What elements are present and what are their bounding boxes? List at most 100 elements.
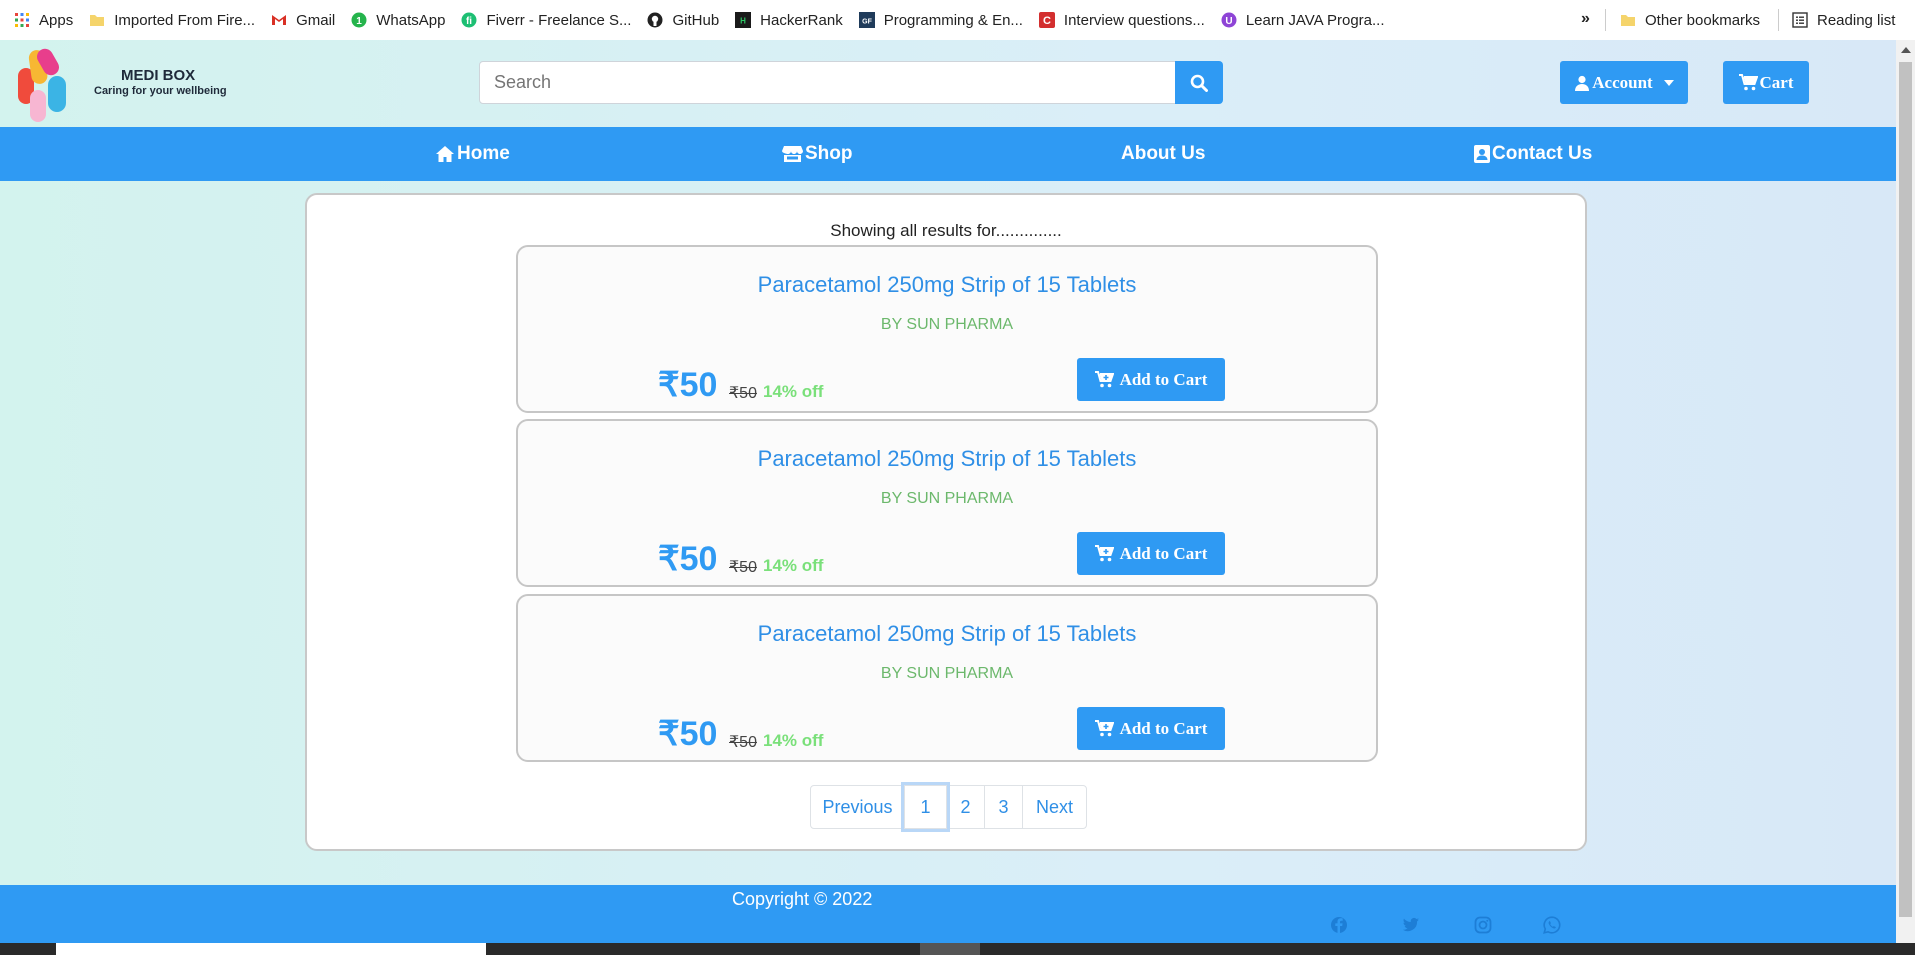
svg-text:GF: GF (862, 19, 872, 26)
home-icon (436, 146, 454, 162)
scrollbar-thumb[interactable] (1899, 62, 1912, 917)
medibox-logo[interactable] (14, 46, 74, 124)
account-dropdown-button[interactable]: Account (1560, 61, 1688, 104)
site-header: MEDI BOX Caring for your wellbeing Accou… (0, 40, 1896, 127)
add-to-cart-label: Add to Cart (1119, 718, 1208, 738)
nav-contact[interactable]: Contact Us (1474, 127, 1592, 181)
whatsapp-icon[interactable] (1543, 916, 1561, 934)
bookmark-label: Interview questions... (1063, 11, 1205, 29)
nav-about-label: About Us (1121, 143, 1206, 164)
learn-icon: U (1221, 12, 1237, 28)
product-name[interactable]: Paracetamol 250mg Strip of 15 Tablets (518, 446, 1376, 472)
product-price: ₹50 (658, 366, 718, 404)
bookmark-github[interactable]: GitHub (647, 0, 719, 40)
results-heading: Showing all results for.............. (830, 221, 1062, 240)
gmail-icon (272, 15, 287, 25)
cart-button[interactable]: Cart (1723, 61, 1809, 104)
search-button[interactable] (1175, 61, 1223, 104)
pagination-page-3[interactable]: 3 (984, 785, 1023, 829)
nav-about[interactable]: About Us (1121, 127, 1205, 181)
product-brand: BY SUN PHARMA (880, 490, 1014, 507)
bookmark-other[interactable]: Other bookmarks (1620, 0, 1760, 40)
nav-shop-label: Shop (805, 143, 853, 164)
bookmark-programming[interactable]: GF Programming & En... (858, 0, 1023, 40)
page-scrollbar[interactable] (1896, 40, 1915, 955)
svg-text:C: C (1043, 15, 1051, 27)
contact-card-icon (1474, 145, 1490, 163)
svg-text:fi: fi (466, 16, 472, 27)
store-icon (782, 146, 803, 162)
bookmark-hackerrank[interactable]: H HackerRank (735, 0, 843, 40)
product-discount: 14% off (763, 556, 824, 575)
product-mrp: ₹50 (729, 734, 757, 751)
product-card: Paracetamol 250mg Strip of 15 Tablets BY… (516, 245, 1378, 413)
product-name[interactable]: Paracetamol 250mg Strip of 15 Tablets (518, 621, 1376, 647)
chevron-down-icon (1663, 79, 1674, 86)
bookmark-label: HackerRank (760, 11, 843, 29)
bookmark-label: Apps (39, 11, 74, 29)
bookmark-apps[interactable]: Apps (14, 0, 73, 40)
instagram-icon[interactable] (1474, 916, 1492, 934)
bookmark-label: GitHub (672, 11, 720, 29)
bookmarks-more-button[interactable]: » (1581, 10, 1590, 28)
product-discount: 14% off (763, 731, 824, 750)
pagination-page-1[interactable]: 1 (904, 785, 947, 829)
os-taskbar (0, 943, 1915, 955)
cart-plus-icon (1094, 720, 1114, 737)
nav-home-label: Home (457, 143, 510, 164)
reading-list-button[interactable]: Reading list (1792, 0, 1895, 40)
whatsapp-icon: 1 (351, 12, 367, 28)
twitter-icon[interactable] (1402, 916, 1420, 934)
nav-shop[interactable]: Shop (782, 127, 853, 181)
github-icon (647, 12, 663, 28)
folder-icon (90, 15, 105, 26)
copyright-text: Copyright © 2022 (732, 889, 873, 909)
pagination-previous[interactable]: Previous (810, 785, 905, 829)
bookmark-interview[interactable]: C Interview questions... (1038, 0, 1205, 40)
bookmarks-divider (1778, 9, 1779, 31)
pagination-next[interactable]: Next (1022, 785, 1087, 829)
cart-icon (1738, 74, 1758, 91)
bookmark-fiverr[interactable]: fi Fiverr - Freelance S... (461, 0, 631, 40)
bookmarks-bar: Apps Imported From Fire... Gmail 1 Whats… (0, 0, 1915, 40)
search-icon (1190, 74, 1208, 92)
product-card: Paracetamol 250mg Strip of 15 Tablets BY… (516, 419, 1378, 587)
scroll-up-arrow-icon[interactable] (1901, 47, 1911, 53)
brand-name: MEDI BOX (121, 67, 196, 84)
cart-plus-icon (1094, 371, 1114, 388)
add-to-cart-button[interactable]: Add to Cart (1077, 707, 1225, 750)
apps-grid-icon (15, 13, 29, 27)
bookmark-label: Other bookmarks (1645, 11, 1761, 29)
cart-plus-icon (1094, 545, 1114, 562)
product-name[interactable]: Paracetamol 250mg Strip of 15 Tablets (518, 272, 1376, 298)
add-to-cart-button[interactable]: Add to Cart (1077, 532, 1225, 575)
hackerrank-icon: H (735, 12, 752, 28)
user-icon (1575, 75, 1590, 91)
product-card: Paracetamol 250mg Strip of 15 Tablets BY… (516, 594, 1378, 762)
svg-text:1: 1 (356, 16, 362, 27)
bookmark-imported[interactable]: Imported From Fire... (89, 0, 255, 40)
svg-text:U: U (1225, 16, 1232, 27)
bookmark-learn-java[interactable]: U Learn JAVA Progra... (1221, 0, 1385, 40)
gfg-icon: GF (858, 12, 875, 28)
brand-tagline: Caring for your wellbeing (94, 85, 227, 97)
pagination: Previous 1 2 3 Next (810, 785, 1087, 829)
pagination-page-2[interactable]: 2 (946, 785, 985, 829)
taskbar-active-app[interactable] (920, 943, 980, 955)
bookmark-label: Gmail (296, 11, 336, 29)
reading-list-icon (1792, 12, 1808, 28)
taskbar-search-box[interactable] (56, 943, 486, 955)
search-input[interactable] (479, 61, 1176, 104)
facebook-icon[interactable] (1330, 916, 1348, 934)
bookmark-gmail[interactable]: Gmail (271, 0, 335, 40)
add-to-cart-button[interactable]: Add to Cart (1077, 358, 1225, 401)
bookmark-label: Reading list (1817, 11, 1896, 29)
product-mrp: ₹50 (729, 385, 757, 402)
add-to-cart-label: Add to Cart (1119, 369, 1208, 389)
bookmark-whatsapp[interactable]: 1 WhatsApp (351, 0, 445, 40)
product-brand: BY SUN PHARMA (880, 316, 1014, 333)
fiverr-icon: fi (461, 12, 477, 28)
nav-home[interactable]: Home (435, 127, 510, 181)
product-price: ₹50 (658, 540, 718, 578)
account-label: Account (1592, 72, 1653, 92)
